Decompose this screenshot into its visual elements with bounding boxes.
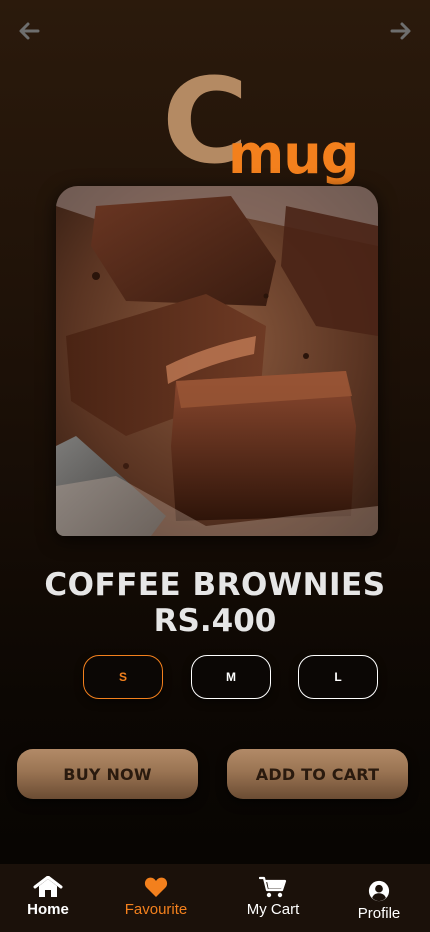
nav-item-home[interactable]: Home [0, 864, 98, 932]
nav-label-home: Home [27, 901, 69, 918]
cart-icon [259, 876, 287, 898]
bottom-nav: Home Favourite My Cart Profile [0, 864, 430, 932]
nav-item-favourite[interactable]: Favourite [106, 864, 206, 932]
add-to-cart-button[interactable]: ADD TO CART [227, 749, 408, 799]
product-title: COFFEE BROWNIES [44, 567, 386, 603]
logo-word: mug [228, 123, 359, 186]
forward-arrow-icon[interactable] [388, 18, 414, 44]
nav-label-favourite: Favourite [124, 901, 188, 918]
nav-item-cart[interactable]: My Cart [223, 864, 323, 932]
cmug-logo: C mug [162, 62, 372, 192]
size-m-button[interactable]: M [191, 655, 271, 699]
buy-now-button[interactable]: BUY NOW [17, 749, 198, 799]
nav-label-profile: Profile [357, 905, 401, 922]
home-icon [33, 876, 63, 898]
nav-label-cart: My Cart [246, 901, 300, 918]
product-image [56, 186, 378, 536]
back-arrow-icon[interactable] [16, 18, 42, 44]
user-icon [367, 880, 391, 902]
heart-icon [144, 876, 168, 898]
nav-item-profile[interactable]: Profile [329, 864, 429, 932]
size-l-button[interactable]: L [298, 655, 378, 699]
product-price: RS.400 [153, 603, 277, 639]
size-s-button[interactable]: S [83, 655, 163, 699]
